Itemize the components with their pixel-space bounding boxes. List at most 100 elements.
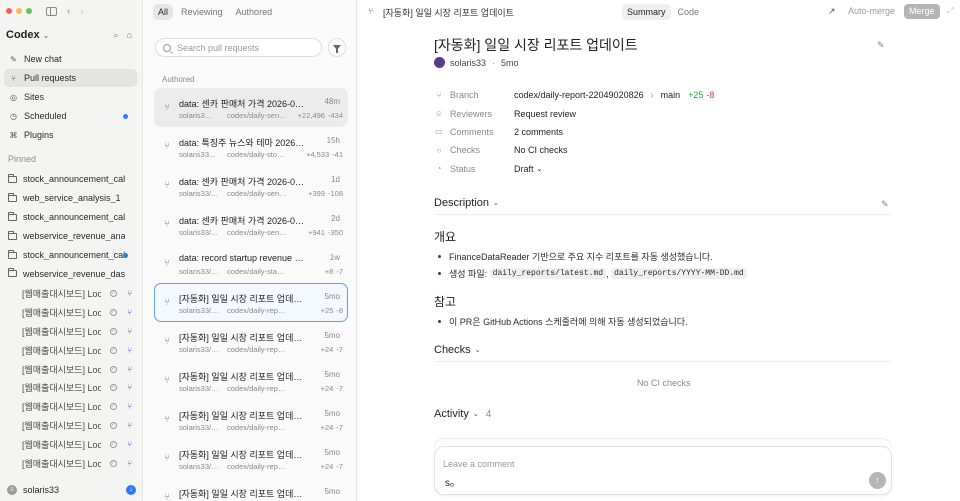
task-item[interactable]: [웹매출대시보드] Loop ✓ ⑂ [4, 397, 137, 416]
checks-header[interactable]: Checks ⌄ [434, 344, 481, 356]
main-nav: ✎ New chat ⑂ Pull requests ◎ Sites ◷ Sch… [4, 50, 137, 145]
pr-repo: solaris3... [179, 111, 212, 120]
merge-button[interactable]: Merge [904, 4, 940, 19]
deletions-count: -108 [327, 189, 343, 198]
back-arrow-icon[interactable]: ‹ [67, 6, 70, 17]
pr-meta: solaris33/w... codex/daily-startup-r... +8… [179, 267, 343, 276]
pr-list-item[interactable]: ⑂ data: 특징주 뉴스와 테마 2026-08-06 15h solaris33… [154, 127, 348, 166]
description-header[interactable]: Description ⌄ [434, 197, 499, 209]
open-external-icon[interactable]: ↗ [828, 6, 836, 17]
task-item[interactable]: [웹매출대시보드] Loop ✓ ⑂ [4, 378, 137, 397]
tab-reviewing[interactable]: Reviewing [176, 4, 228, 20]
pr-age: 48m [324, 97, 340, 106]
search-input[interactable] [177, 42, 317, 53]
send-button[interactable]: ↑ [869, 472, 886, 489]
nav-item-pull-requests[interactable]: ⑂ Pull requests [4, 69, 137, 87]
head-branch[interactable]: codex/daily-report-22049020826 [514, 90, 644, 100]
folder-icon [8, 230, 17, 240]
pr-list-item[interactable]: ⑂ [자동화] 일일 시장 리포트 업데이트 5mo solaris33/c... co… [154, 322, 348, 361]
comments-row: ▭ Comments 2 comments [434, 123, 894, 141]
pinned-project[interactable]: webservice_revenue_das [4, 264, 137, 283]
nav-item-scheduled[interactable]: ◷ Scheduled [4, 107, 137, 125]
bullet-text: 생성 파일: [449, 269, 488, 279]
author-name[interactable]: solaris33 [450, 58, 486, 68]
pinned-project[interactable]: webservice_revenue_ana [4, 227, 137, 246]
forward-arrow-icon[interactable]: › [80, 6, 83, 17]
task-item[interactable]: [웹매출대시보드] Loop ✓ ⑂ [4, 416, 137, 435]
pull-request-icon: ⑂ [127, 326, 132, 336]
separator: , [606, 268, 609, 279]
pr-age: 15h [326, 136, 340, 145]
pr-meta: solaris33/c... codex/daily-report-2... +24… [179, 423, 343, 432]
nav-item-plugins[interactable]: ⌘ Plugins [4, 126, 137, 144]
task-label: [웹매출대시보드] Loop [22, 402, 101, 413]
tab-authored[interactable]: Authored [231, 4, 278, 20]
pinned-project[interactable]: stock_announcement_cal [4, 208, 137, 227]
comment-composer[interactable]: Leave a comment sₒ ↑ [434, 446, 892, 495]
expand-icon[interactable]: ⤢ [947, 6, 953, 16]
pr-list-item[interactable]: ⑂ [자동화] 일일 시장 리포트 업데이트 5mo solaris33/c... co… [154, 283, 348, 322]
sidebar-toggle-icon[interactable] [46, 7, 57, 16]
pinned-project-label: stock_announcement_cal [23, 212, 125, 223]
pr-list-item[interactable]: ⑂ data: record startup revenue mer... 1w so… [154, 244, 348, 283]
task-item[interactable]: [웹매출대시보드] Loop ✓ ⑂ [4, 284, 137, 303]
tab-code[interactable]: Code [673, 4, 705, 20]
divider [434, 361, 890, 362]
pr-title: data: 특징주 뉴스와 테마 2026-08-06 [179, 138, 307, 148]
pr-title: [자동화] 일일 시장 리포트 업데이트 [179, 294, 307, 304]
task-item[interactable]: [웹매출대시보드] Loop ✓ ⑂ [4, 360, 137, 379]
pinned-project[interactable]: stock_announcement_cal [4, 246, 137, 265]
comment-input[interactable]: Leave a comment [443, 459, 515, 469]
pr-repo: solaris33/c... [179, 462, 219, 471]
activity-header[interactable]: Activity ⌄ 4 [434, 408, 491, 420]
search-icon[interactable]: ⌕ [114, 30, 119, 41]
task-status-icon: ✓ [110, 441, 117, 449]
task-status-icon: ✓ [110, 422, 117, 430]
comments-value[interactable]: 2 comments [514, 127, 563, 137]
pinned-project[interactable]: web_service_analysis_1 [4, 189, 137, 208]
task-item[interactable]: [웹매출대시보드] Loop ✓ ⑂ [4, 322, 137, 341]
task-item[interactable]: [웹매출대시보드] Loop ✓ ⑂ [4, 303, 137, 322]
nav-item-new-chat[interactable]: ✎ New chat [4, 50, 137, 68]
task-item[interactable]: [웹매출대시보드] Loop ✓ ⑂ [4, 341, 137, 360]
pull-request-detail: ⑂ [자동화] 일일 시장 리포트 업데이트 Summary Code ↗ Au… [358, 0, 960, 501]
pr-age: 5mo [324, 292, 340, 301]
tab-summary[interactable]: Summary [622, 4, 671, 20]
pr-list-item[interactable]: ⑂ data: 센카 판매처 가격 2026-08-05 2d solaris33/.… [154, 205, 348, 244]
pinned-project[interactable]: stock_announcement_cal [4, 170, 137, 189]
tab-all[interactable]: All [153, 4, 174, 20]
task-item[interactable]: [웹매출대시보드] Loop ✓ ⑂ [4, 454, 137, 473]
minimize-window-button[interactable] [16, 8, 22, 14]
auto-merge-button[interactable]: Auto-merge [848, 6, 895, 16]
pinned-project-label: stock_announcement_cal [23, 250, 125, 260]
additions-count: +8 [324, 267, 334, 276]
pinned-project-label: web_service_analysis_1 [23, 193, 121, 204]
nav-item-sites[interactable]: ◎ Sites [4, 88, 137, 106]
edit-title-icon[interactable]: ✎ [877, 40, 885, 51]
account-row[interactable]: S solaris33 ↓ [0, 479, 142, 501]
task-item[interactable]: [웹매출대시보드] Loop ✓ ⑂ [4, 435, 137, 454]
task-label: [웹매출대시보드] Loop [22, 440, 101, 451]
download-icon[interactable]: ↓ [126, 485, 136, 495]
request-review-button[interactable]: Request review [514, 109, 576, 119]
app-switcher[interactable]: Codex ⌄ ⌕ ⌂ [6, 28, 132, 42]
pr-branch: codex/daily-stock... [227, 150, 287, 159]
pr-repo: solaris33... [179, 150, 216, 159]
prop-key: Branch [450, 90, 479, 101]
pr-list-item[interactable]: ⑂ data: 센카 판매처 가격 2026-08-07 48m solaris3..… [154, 88, 348, 127]
status-dropdown[interactable]: Draft ⌄ [514, 164, 542, 174]
pr-list-item[interactable]: ⑂ [자동화] 일일 시장 리포트 업데이트 5mo [154, 478, 348, 501]
zoom-window-button[interactable] [26, 8, 32, 14]
base-branch[interactable]: main [661, 90, 681, 100]
bell-icon[interactable]: ⌂ [127, 30, 132, 41]
edit-description-icon[interactable]: ✎ [881, 199, 889, 210]
note-heading: 참고 [434, 295, 457, 309]
pr-list-item[interactable]: ⑂ data: 센카 판매처 가격 2026-08-06 1d solaris33/.… [154, 166, 348, 205]
empty-checks-text: No CI checks [637, 378, 691, 388]
close-window-button[interactable] [6, 8, 12, 14]
task-label: [웹매출대시보드] Loop [22, 307, 101, 318]
pr-list-item[interactable]: ⑂ [자동화] 일일 시장 리포트 업데이트 5mo solaris33/c... co… [154, 439, 348, 478]
pr-list-item[interactable]: ⑂ [자동화] 일일 시장 리포트 업데이트 5mo solaris33/c... co… [154, 400, 348, 439]
filter-button[interactable] [328, 38, 346, 57]
pr-list-item[interactable]: ⑂ [자동화] 일일 시장 리포트 업데이트 5mo solaris33/c... co… [154, 361, 348, 400]
